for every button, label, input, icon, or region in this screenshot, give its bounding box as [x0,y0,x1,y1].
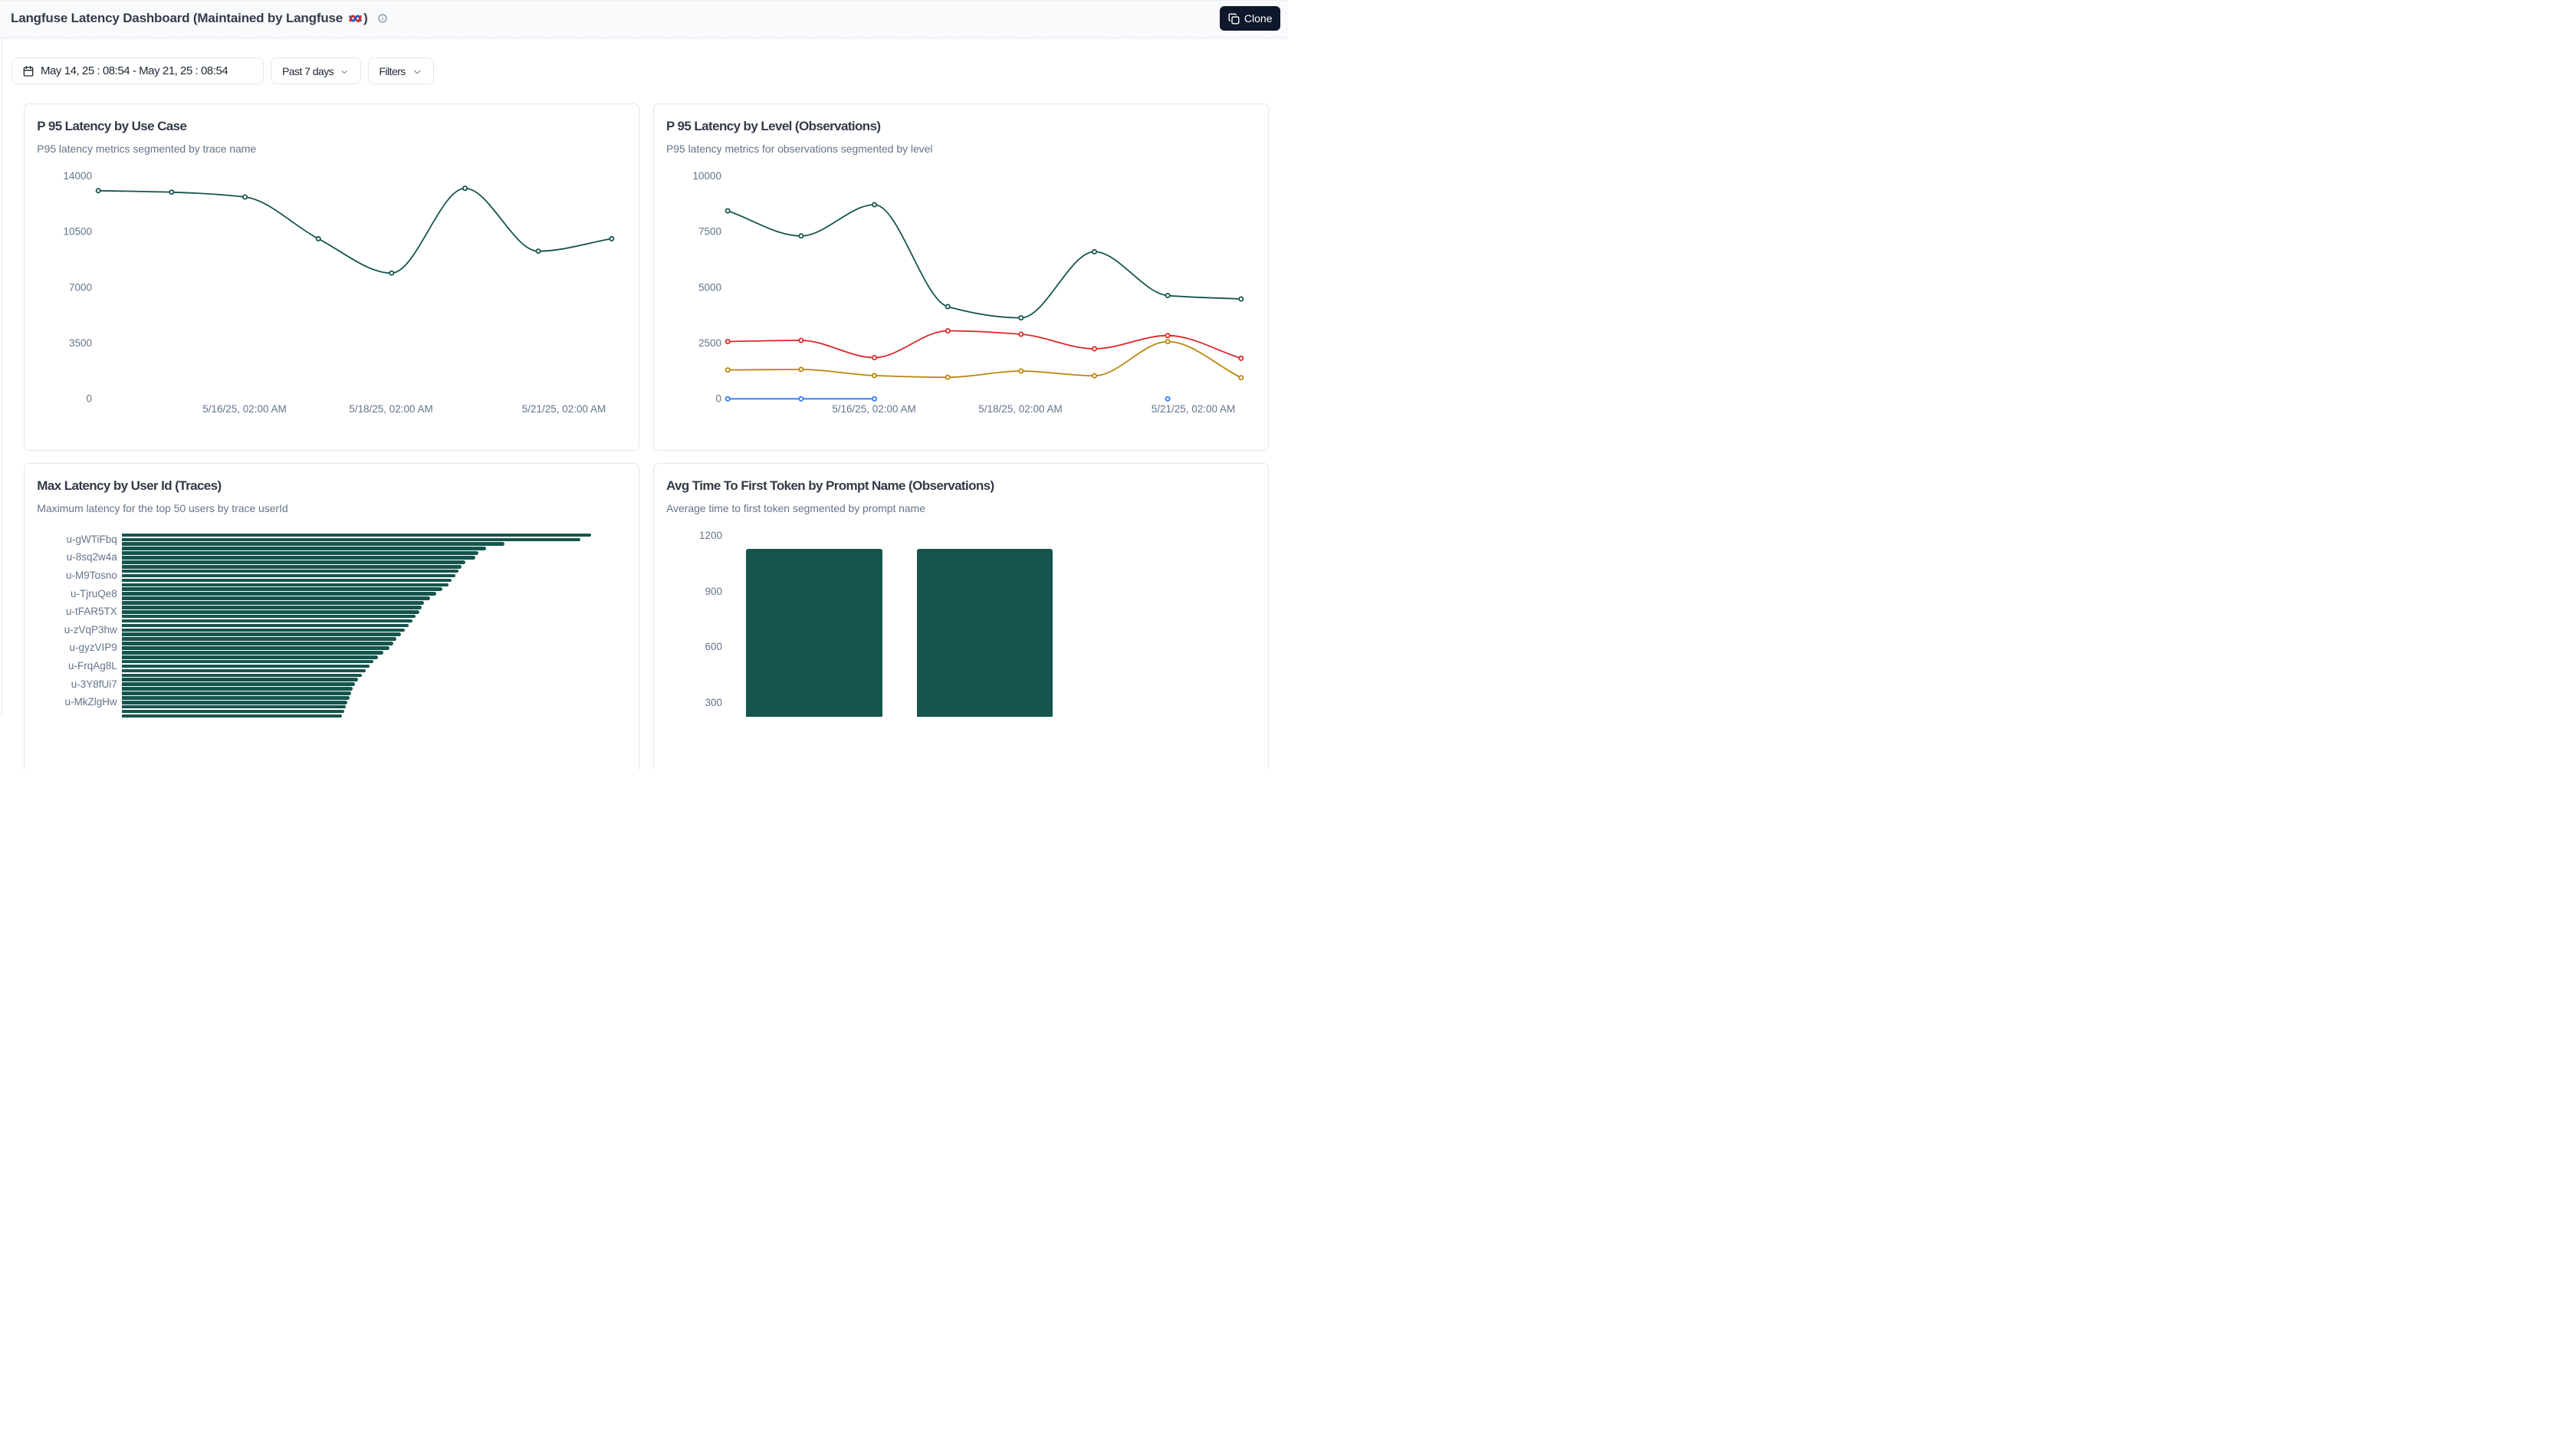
svg-text:10000: 10000 [692,170,721,182]
svg-text:14000: 14000 [63,170,92,182]
svg-text:3500: 3500 [69,337,92,349]
svg-text:10500: 10500 [63,226,92,238]
svg-text:0: 0 [86,393,92,405]
svg-text:7000: 7000 [69,281,92,293]
svg-text:5/18/25, 02:00 AM: 5/18/25, 02:00 AM [349,403,433,415]
svg-text:5/18/25, 02:00 AM: 5/18/25, 02:00 AM [978,403,1063,415]
svg-text:5000: 5000 [698,281,721,293]
svg-text:5/21/25, 02:00 AM: 5/21/25, 02:00 AM [522,403,606,415]
svg-text:5/16/25, 02:00 AM: 5/16/25, 02:00 AM [202,403,287,415]
svg-text:0: 0 [715,393,721,405]
svg-text:7500: 7500 [698,226,721,238]
svg-text:2500: 2500 [698,337,721,349]
svg-text:5/21/25, 02:00 AM: 5/21/25, 02:00 AM [1151,403,1235,415]
svg-text:5/16/25, 02:00 AM: 5/16/25, 02:00 AM [832,403,916,415]
